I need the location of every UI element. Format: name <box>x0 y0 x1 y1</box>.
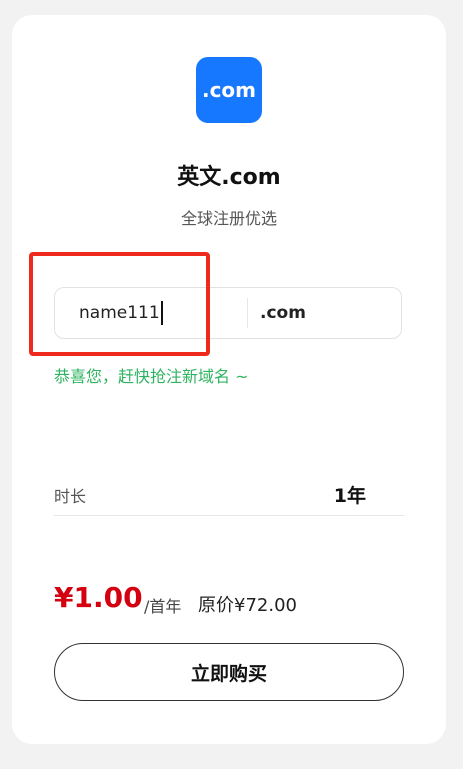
duration-divider <box>54 515 404 516</box>
dot-com-icon: .com <box>196 57 262 123</box>
product-subtitle: 全球注册优选 <box>180 209 277 228</box>
buy-now-button[interactable]: 立即购买 <box>54 643 404 701</box>
price: ¥1.00 <box>54 581 143 614</box>
duration-row: 时长 1年 <box>54 475 404 515</box>
product-card: .com 英文.com 全球注册优选 name111 .com 恭喜您，赶快抢注… <box>12 15 446 744</box>
duration-value[interactable]: 1年 <box>334 481 366 508</box>
input-divider <box>247 298 248 328</box>
domain-suffix: .com <box>260 303 306 323</box>
input-highlight-box <box>29 252 210 356</box>
availability-hint: 恭喜您，赶快抢注新域名 ~ <box>54 367 249 386</box>
logo-text: .com <box>201 78 257 102</box>
original-price: 原价¥72.00 <box>198 595 297 616</box>
product-title: 英文.com <box>177 165 281 190</box>
price-period: /首年 <box>144 597 182 616</box>
duration-label: 时长 <box>54 487 87 506</box>
